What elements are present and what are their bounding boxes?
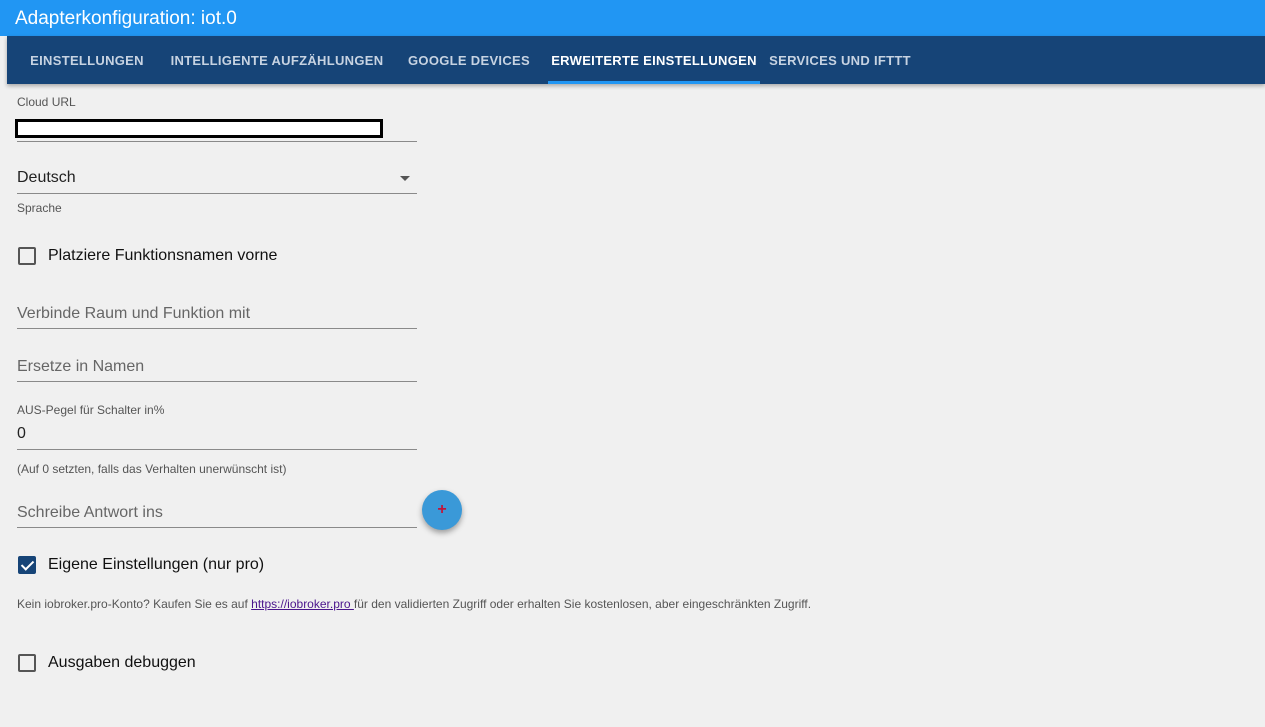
- language-helper: Sprache: [17, 201, 62, 215]
- active-tab-indicator: [548, 81, 760, 84]
- iobroker-pro-link[interactable]: https://iobroker.pro: [251, 597, 354, 611]
- function-first-checkbox[interactable]: [18, 247, 36, 265]
- tab-settings[interactable]: EINSTELLUNGEN: [22, 36, 152, 84]
- own-settings-label[interactable]: Eigene Einstellungen (nur pro): [48, 556, 264, 574]
- replace-underline: [17, 381, 417, 382]
- tab-smart-enums[interactable]: INTELLIGENTE AUFZÄHLUNGEN: [165, 36, 389, 84]
- own-settings-checkbox[interactable]: [18, 556, 36, 574]
- chevron-down-icon[interactable]: [400, 176, 410, 181]
- replace-input[interactable]: Ersetze in Namen: [17, 358, 144, 376]
- response-oid-underline: [17, 527, 417, 528]
- tab-google-devices[interactable]: GOOGLE DEVICES: [403, 36, 535, 84]
- response-oid-input[interactable]: Schreibe Antwort ins: [17, 504, 163, 522]
- language-underline: [17, 193, 417, 194]
- cloud-url-input[interactable]: [15, 119, 383, 138]
- window-title: Adapterkonfiguration: iot.0: [0, 0, 1265, 36]
- off-level-label: AUS-Pegel für Schalter in%: [17, 403, 165, 417]
- off-level-underline: [17, 449, 417, 450]
- function-first-label[interactable]: Platziere Funktionsnamen vorne: [48, 247, 277, 265]
- concatenate-underline: [17, 328, 417, 329]
- language-select[interactable]: Deutsch: [17, 169, 417, 187]
- tab-bar: EINSTELLUNGEN INTELLIGENTE AUFZÄHLUNGEN …: [7, 36, 1265, 84]
- pro-info-suffix: für den validierten Zugriff oder erhalte…: [353, 597, 812, 611]
- pro-info-text: Kein iobroker.pro-Konto? Kaufen Sie es a…: [17, 597, 811, 611]
- off-level-helper: (Auf 0 setzten, falls das Verhalten uner…: [17, 462, 287, 476]
- add-state-button[interactable]: +: [422, 490, 462, 530]
- off-level-input[interactable]: 0: [17, 425, 417, 443]
- concatenate-input[interactable]: Verbinde Raum und Funktion mit: [17, 305, 250, 323]
- plus-icon: +: [437, 501, 447, 518]
- cloud-url-underline: [17, 141, 417, 142]
- tab-services-ifttt[interactable]: SERVICES UND IFTTT: [769, 36, 911, 84]
- debug-checkbox[interactable]: [18, 654, 36, 672]
- pro-info-prefix: Kein iobroker.pro-Konto? Kaufen Sie es a…: [17, 597, 252, 611]
- tab-advanced-settings[interactable]: ERWEITERTE EINSTELLUNGEN: [548, 36, 760, 84]
- cloud-url-label: Cloud URL: [17, 95, 76, 109]
- debug-label[interactable]: Ausgaben debuggen: [48, 654, 196, 672]
